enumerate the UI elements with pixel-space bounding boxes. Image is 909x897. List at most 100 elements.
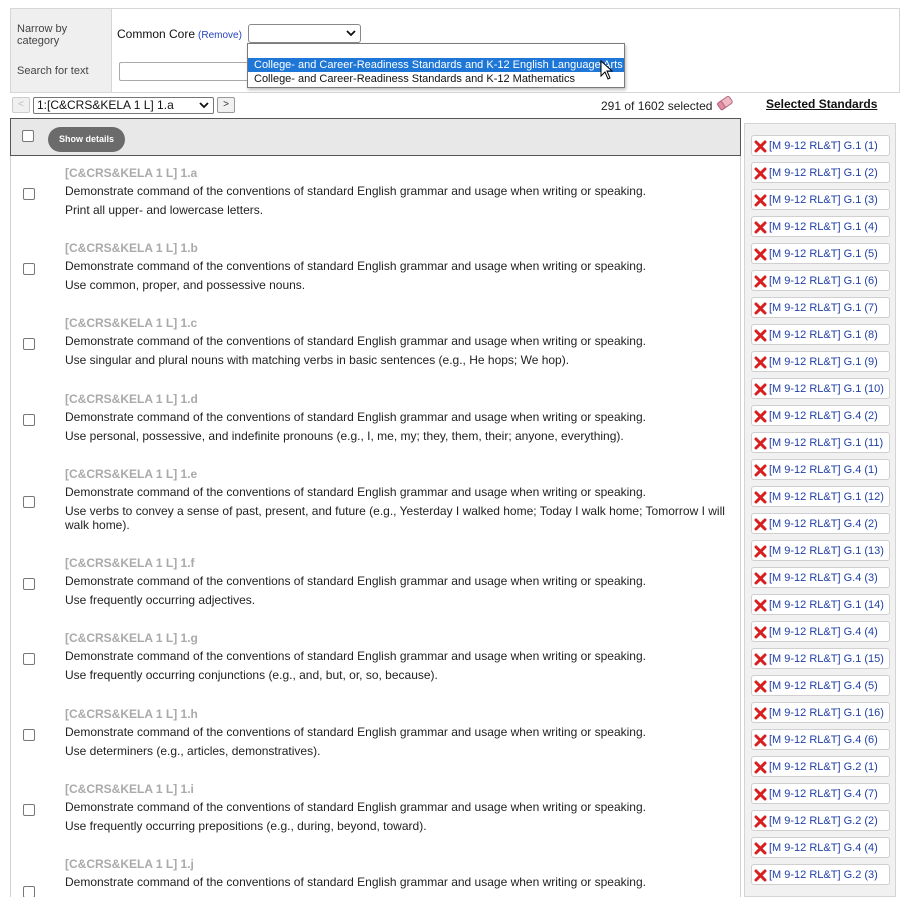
selected-standard-link[interactable]: [M 9-12 RL&T] G.1 (11): [769, 437, 883, 449]
dropdown-option-ela[interactable]: College- and Career-Readiness Standards …: [248, 58, 624, 72]
standard-navigator-select[interactable]: 1:[C&CRS&KELA 1 L] 1.a: [33, 97, 214, 114]
mouse-cursor-icon: [600, 60, 614, 80]
eraser-icon[interactable]: [716, 95, 734, 111]
selected-standard-link[interactable]: [M 9-12 RL&T] G.1 (4): [769, 221, 878, 233]
dropdown-option-math[interactable]: College- and Career-Readiness Standards …: [248, 72, 624, 86]
standard-detail: Use common, proper, and possessive nouns…: [65, 278, 306, 292]
selected-standard-chip: [M 9-12 RL&T] G.4 (2): [751, 405, 890, 426]
common-core-label: Common Core: [117, 27, 196, 41]
remove-x-icon[interactable]: [754, 707, 767, 720]
standard-checkbox[interactable]: [23, 578, 35, 590]
selected-standard-link[interactable]: [M 9-12 RL&T] G.1 (14): [769, 599, 884, 611]
selected-standard-chip: [M 9-12 RL&T] G.1 (3): [751, 189, 890, 210]
standard-checkbox[interactable]: [23, 188, 35, 200]
remove-x-icon[interactable]: [754, 464, 767, 477]
selected-standard-link[interactable]: [M 9-12 RL&T] G.1 (9): [769, 356, 878, 368]
standard-checkbox[interactable]: [23, 338, 35, 350]
selected-standard-link[interactable]: [M 9-12 RL&T] G.1 (2): [769, 167, 878, 179]
remove-x-icon[interactable]: [754, 356, 767, 369]
selected-standard-link[interactable]: [M 9-12 RL&T] G.1 (1): [769, 140, 878, 152]
selected-standard-link[interactable]: [M 9-12 RL&T] G.4 (4): [769, 842, 878, 854]
remove-x-icon[interactable]: [754, 140, 767, 153]
standards-list: [C&CRS&KELA 1 L] 1.a Demonstrate command…: [10, 156, 741, 897]
standard-checkbox[interactable]: [23, 804, 35, 816]
standard-detail: Use determiners (e.g., articles, demonst…: [65, 744, 321, 758]
selected-standard-link[interactable]: [M 9-12 RL&T] G.4 (7): [769, 788, 878, 800]
common-core-select[interactable]: [248, 24, 361, 43]
standard-description: Demonstrate command of the conventions o…: [65, 649, 646, 663]
selected-standard-link[interactable]: [M 9-12 RL&T] G.2 (3): [769, 869, 878, 881]
remove-x-icon[interactable]: [754, 437, 767, 450]
remove-x-icon[interactable]: [754, 734, 767, 747]
remove-x-icon[interactable]: [754, 599, 767, 612]
selection-count: 291 of 1602 selected: [601, 99, 713, 113]
selected-standard-chip: [M 9-12 RL&T] G.1 (16): [751, 702, 890, 723]
selected-standard-chip: [M 9-12 RL&T] G.1 (15): [751, 648, 890, 669]
remove-x-icon[interactable]: [754, 491, 767, 504]
standard-checkbox[interactable]: [23, 886, 35, 897]
selected-standard-link[interactable]: [M 9-12 RL&T] G.1 (10): [769, 383, 884, 395]
remove-x-icon[interactable]: [754, 761, 767, 774]
remove-x-icon[interactable]: [754, 194, 767, 207]
standard-description: Demonstrate command of the conventions o…: [65, 334, 646, 348]
selected-standard-link[interactable]: [M 9-12 RL&T] G.2 (1): [769, 761, 878, 773]
remove-x-icon[interactable]: [754, 815, 767, 828]
remove-x-icon[interactable]: [754, 545, 767, 558]
common-core-category: Common Core (Remove): [117, 27, 242, 41]
search-text-input[interactable]: [119, 62, 254, 81]
standard-checkbox[interactable]: [23, 263, 35, 275]
selected-standard-chip: [M 9-12 RL&T] G.1 (1): [751, 135, 890, 156]
selected-standard-link[interactable]: [M 9-12 RL&T] G.4 (4): [769, 626, 878, 638]
standard-detail: Print all upper- and lowercase letters.: [65, 203, 264, 217]
selected-standards-title[interactable]: Selected Standards: [766, 97, 877, 111]
remove-x-icon[interactable]: [754, 329, 767, 342]
remove-category-link[interactable]: (Remove): [198, 30, 242, 41]
standard-checkbox[interactable]: [23, 496, 35, 508]
selected-standard-link[interactable]: [M 9-12 RL&T] G.4 (3): [769, 572, 878, 584]
search-for-text-label: Search for text: [17, 65, 89, 77]
remove-x-icon[interactable]: [754, 248, 767, 261]
show-details-button[interactable]: Show details: [48, 127, 125, 152]
remove-x-icon[interactable]: [754, 869, 767, 882]
select-all-checkbox[interactable]: [22, 130, 34, 142]
selected-standard-link[interactable]: [M 9-12 RL&T] G.1 (6): [769, 275, 878, 287]
standard-checkbox[interactable]: [23, 414, 35, 426]
selected-standard-chip: [M 9-12 RL&T] G.4 (4): [751, 837, 890, 858]
remove-x-icon[interactable]: [754, 302, 767, 315]
standard-description: Demonstrate command of the conventions o…: [65, 725, 646, 739]
remove-x-icon[interactable]: [754, 410, 767, 423]
remove-x-icon[interactable]: [754, 626, 767, 639]
selected-standard-chip: [M 9-12 RL&T] G.1 (6): [751, 270, 890, 291]
remove-x-icon[interactable]: [754, 275, 767, 288]
selected-standard-chip: [M 9-12 RL&T] G.1 (13): [751, 540, 890, 561]
selected-standard-chip: [M 9-12 RL&T] G.1 (9): [751, 351, 890, 372]
next-standard-button[interactable]: >: [217, 97, 235, 113]
remove-x-icon[interactable]: [754, 842, 767, 855]
selected-standard-link[interactable]: [M 9-12 RL&T] G.2 (2): [769, 815, 878, 827]
selected-standard-link[interactable]: [M 9-12 RL&T] G.4 (1): [769, 464, 878, 476]
selected-standard-link[interactable]: [M 9-12 RL&T] G.1 (7): [769, 302, 878, 314]
remove-x-icon[interactable]: [754, 221, 767, 234]
remove-x-icon[interactable]: [754, 788, 767, 801]
selected-standard-link[interactable]: [M 9-12 RL&T] G.1 (15): [769, 653, 884, 665]
selected-standard-link[interactable]: [M 9-12 RL&T] G.1 (5): [769, 248, 878, 260]
selected-standard-link[interactable]: [M 9-12 RL&T] G.4 (2): [769, 518, 878, 530]
selected-standard-link[interactable]: [M 9-12 RL&T] G.1 (12): [769, 491, 884, 503]
selected-standard-link[interactable]: [M 9-12 RL&T] G.1 (8): [769, 329, 878, 341]
standard-description: Demonstrate command of the conventions o…: [65, 485, 646, 499]
selected-standard-link[interactable]: [M 9-12 RL&T] G.4 (2): [769, 410, 878, 422]
selected-standard-link[interactable]: [M 9-12 RL&T] G.1 (13): [769, 545, 884, 557]
remove-x-icon[interactable]: [754, 167, 767, 180]
selected-standard-link[interactable]: [M 9-12 RL&T] G.1 (3): [769, 194, 878, 206]
selected-standard-link[interactable]: [M 9-12 RL&T] G.4 (5): [769, 680, 878, 692]
remove-x-icon[interactable]: [754, 653, 767, 666]
remove-x-icon[interactable]: [754, 680, 767, 693]
remove-x-icon[interactable]: [754, 518, 767, 531]
selected-standard-link[interactable]: [M 9-12 RL&T] G.1 (16): [769, 707, 884, 719]
standard-checkbox[interactable]: [23, 653, 35, 665]
prev-standard-button[interactable]: <: [12, 97, 30, 113]
remove-x-icon[interactable]: [754, 383, 767, 396]
selected-standard-link[interactable]: [M 9-12 RL&T] G.4 (6): [769, 734, 878, 746]
standard-checkbox[interactable]: [23, 729, 35, 741]
remove-x-icon[interactable]: [754, 572, 767, 585]
